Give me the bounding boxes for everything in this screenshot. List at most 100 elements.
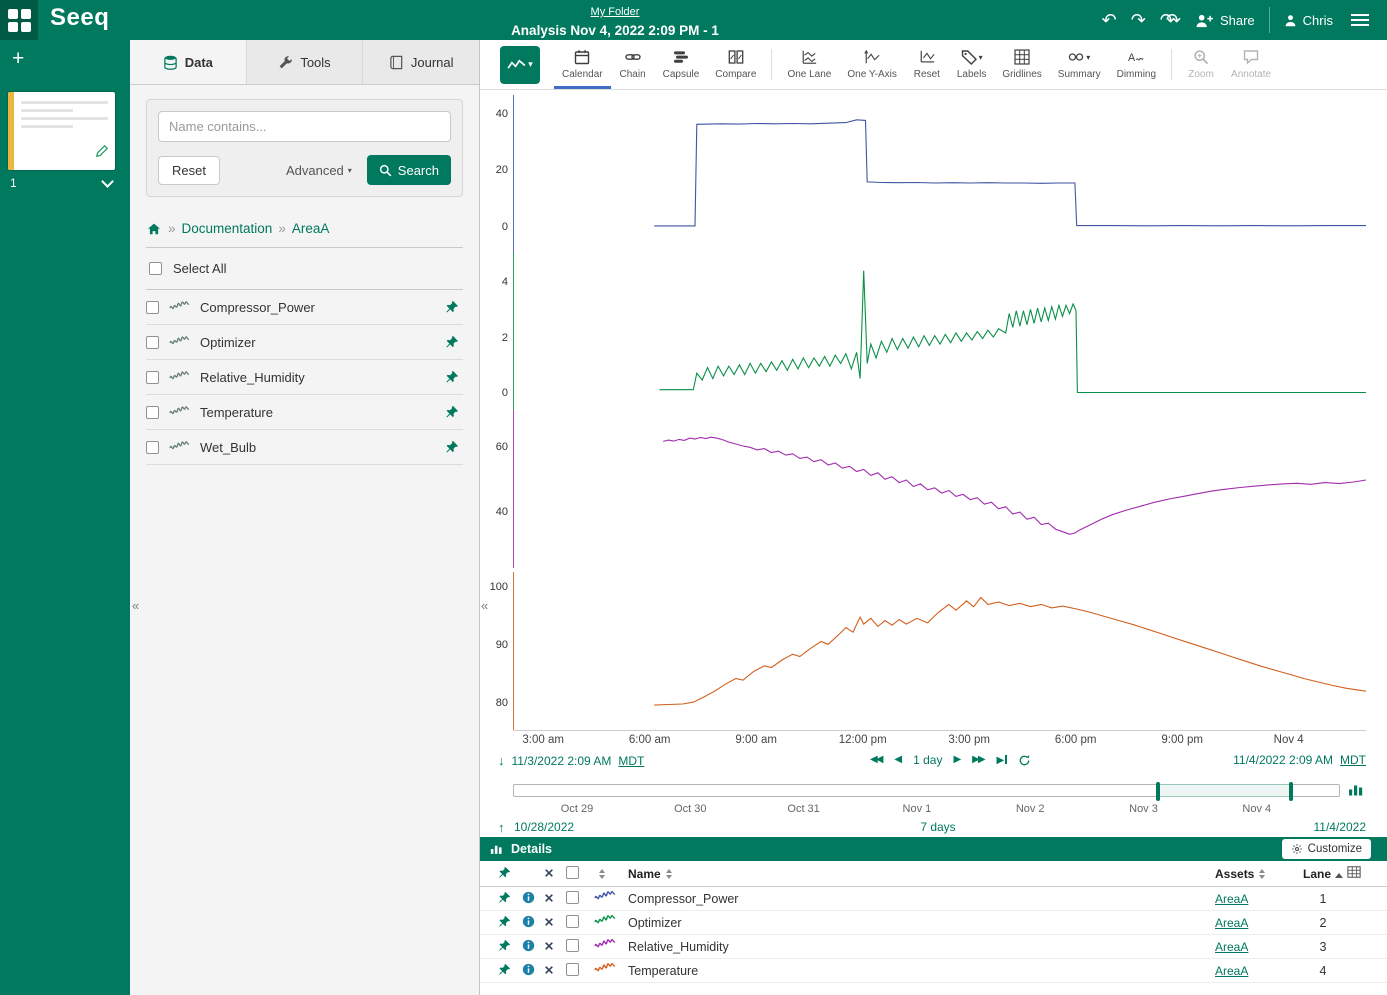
toolbar-button-compare[interactable]: Compare [707,40,764,89]
signal-plot-optimizer[interactable] [514,253,1366,411]
view-selector-button[interactable]: ▾ [500,46,540,84]
signal-plot-compressor-power[interactable] [514,95,1366,253]
toolbar-button-gridlines[interactable]: Gridlines [994,40,1049,89]
pin-icon[interactable] [498,915,511,928]
redo-all-icon[interactable]: ↷↷ [1160,11,1181,29]
user-menu[interactable]: Chris [1284,13,1333,28]
signal-checkbox[interactable] [146,406,159,419]
pan-forward-icon[interactable]: ▶ [953,755,961,765]
breadcrumb-areaa[interactable]: AreaA [292,221,330,236]
collapse-data-panel-icon[interactable]: « [481,598,488,613]
investigate-range-down-icon[interactable]: ↓ [498,753,505,768]
trend-lane-4[interactable]: 1009080 [480,572,1387,730]
pan-forward-full-icon[interactable]: ▶▶ [972,755,985,765]
signal-plot-temperature[interactable] [514,572,1366,730]
home-icon[interactable] [146,222,162,236]
remove-icon[interactable] [544,917,554,927]
tab-journal[interactable]: Journal [363,40,479,84]
search-input[interactable] [158,111,451,142]
pan-to-end-icon[interactable]: ▶ [997,755,1008,766]
signal-checkbox[interactable] [146,336,159,349]
toolbar-button-calendar[interactable]: Calendar [554,40,611,89]
info-icon[interactable] [522,939,535,952]
lane-column-header[interactable]: Lane [1303,867,1331,881]
remove-icon[interactable] [544,941,554,951]
timezone-link[interactable]: MDT [1340,753,1366,767]
signal-plot-relative-humidity[interactable] [514,410,1366,568]
advanced-search-toggle[interactable]: Advanced ▾ [286,163,352,178]
toolbar-button-reset[interactable]: Reset [905,40,949,89]
info-icon[interactable] [522,891,535,904]
redo-icon[interactable]: ↷ [1131,11,1146,29]
toolbar-button-annotate[interactable]: Annotate [1223,40,1279,89]
remove-all-icon[interactable] [544,868,554,878]
signal-checkbox[interactable] [146,371,159,384]
asset-link[interactable]: AreaA [1215,964,1248,978]
select-all-row[interactable]: Select All [146,248,463,290]
investigate-range-duration[interactable]: 7 days [920,820,955,834]
reset-button[interactable]: Reset [158,156,220,185]
sort-type-icon[interactable] [599,869,605,879]
search-button[interactable]: Search [367,155,451,185]
signal-item-optimizer[interactable]: Optimizer [146,325,463,360]
app-switcher-grid-icon[interactable] [0,0,38,40]
customize-button[interactable]: Customize [1282,839,1371,859]
trend-lane-1[interactable]: 40200 [480,95,1387,253]
toolbar-button-labels[interactable]: ▾ Labels [949,40,994,89]
sort-assets-icon[interactable] [1259,869,1265,879]
signal-checkbox[interactable] [146,441,159,454]
duration-selector[interactable]: 1 day [913,753,942,767]
overview-selection-window[interactable] [1158,784,1291,797]
pin-icon[interactable] [445,370,459,384]
toolbar-button-capsule[interactable]: Capsule [655,40,708,89]
signal-item-compressor_power[interactable]: Compressor_Power [146,290,463,325]
pin-icon[interactable] [498,891,511,904]
remove-icon[interactable] [544,893,554,903]
share-button[interactable]: Share [1195,13,1255,28]
row-checkbox[interactable] [566,963,579,976]
row-checkbox[interactable] [566,891,579,904]
select-all-checkbox[interactable] [149,262,162,275]
toolbar-button-one-y-axis[interactable]: One Y-Axis [839,40,904,89]
asset-link[interactable]: AreaA [1215,892,1248,906]
pin-icon[interactable] [498,963,511,976]
pin-icon[interactable] [445,335,459,349]
tab-tools[interactable]: Tools [247,40,364,84]
pin-icon[interactable] [445,405,459,419]
asset-link[interactable]: AreaA [1215,940,1248,954]
display-range-start[interactable]: 11/3/2022 2:09 AM [512,754,612,768]
chevron-down-icon[interactable] [101,175,114,188]
pan-back-full-icon[interactable]: ◀◀ [870,755,883,765]
display-range-end[interactable]: 11/4/2022 2:09 AM [1233,753,1333,767]
investigate-range-up-icon[interactable]: ↑ [498,820,505,835]
tab-data[interactable]: Data [130,40,247,84]
remove-icon[interactable] [544,965,554,975]
capsule-time-toggle-icon[interactable] [1348,782,1364,797]
hamburger-menu-icon[interactable] [1347,10,1373,30]
pin-icon[interactable] [445,300,459,314]
trend-lane-2[interactable]: 420 [480,253,1387,411]
pan-back-icon[interactable]: ◀ [894,755,902,765]
collapse-worksheet-rail-icon[interactable]: « [132,598,139,613]
auto-update-icon[interactable] [1018,754,1031,767]
worksheet-thumbnail[interactable] [8,92,115,170]
assets-column-header[interactable]: Assets [1215,867,1254,881]
sort-name-icon[interactable] [666,869,672,879]
select-all-rows-checkbox[interactable] [566,866,579,879]
undo-icon[interactable]: ↶ [1102,11,1117,29]
breadcrumb-documentation[interactable]: Documentation [182,221,273,236]
investigate-range-start[interactable]: 10/28/2022 [514,820,574,834]
signal-item-relative_humidity[interactable]: Relative_Humidity [146,360,463,395]
pin-icon[interactable] [498,939,511,952]
timezone-link[interactable]: MDT [618,754,644,768]
info-icon[interactable] [522,915,535,928]
info-icon[interactable] [522,963,535,976]
toolbar-button-dimming[interactable]: A Dimming [1109,40,1164,89]
selection-left-handle[interactable] [1156,782,1160,801]
signal-checkbox[interactable] [146,301,159,314]
pin-all-icon[interactable] [498,866,511,879]
toolbar-button-summary[interactable]: ▾ Summary [1050,40,1109,89]
toolbar-button-one-lane[interactable]: One Lane [779,40,839,89]
signal-item-wet_bulb[interactable]: Wet_Bulb [146,430,463,465]
add-column-icon[interactable] [1347,865,1361,879]
